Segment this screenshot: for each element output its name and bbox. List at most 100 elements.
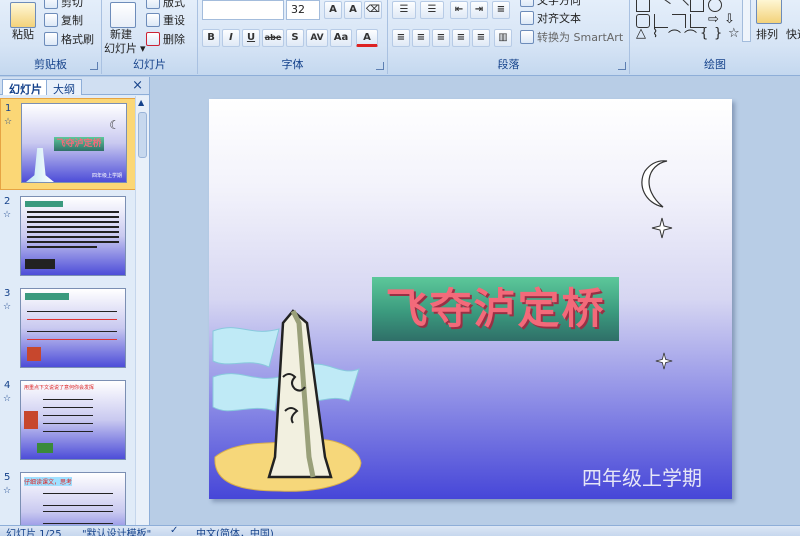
thumbnail-text-line xyxy=(43,423,93,424)
arrow-shape-icon[interactable] xyxy=(669,0,689,15)
slides-group: 新建 幻灯片 ▾ 版式 重设 删除 幻灯片 xyxy=(102,0,198,74)
slide-thumbnail-4[interactable]: 4 ☆ 用重点下文说说了意何你会发挥 xyxy=(0,376,136,468)
oval-shape-icon[interactable] xyxy=(708,0,722,12)
paste-label: 粘贴 xyxy=(12,28,34,41)
align-text-button[interactable]: 对齐文本 xyxy=(520,10,581,26)
bold-button[interactable]: B xyxy=(202,29,220,47)
align-right-icon[interactable]: ≡ xyxy=(432,29,450,47)
moon-icon: ☾ xyxy=(109,118,120,132)
title-placeholder[interactable]: 飞夺泸定桥 xyxy=(372,277,619,341)
thumbnail-text-line xyxy=(27,246,97,248)
shapes-gallery-scroll[interactable] xyxy=(742,0,751,42)
cut-label: 剪切 xyxy=(61,0,83,9)
thumbnail-text-line xyxy=(27,319,117,320)
close-icon[interactable]: × xyxy=(132,78,143,93)
scroll-thumb[interactable] xyxy=(138,112,147,158)
grow-font-icon[interactable]: A xyxy=(324,1,342,19)
slides-group-label: 幻灯片 xyxy=(133,58,166,71)
down-arrow-shape-icon[interactable]: ⇩ xyxy=(724,12,735,27)
font-name-field[interactable] xyxy=(202,0,284,20)
animation-star-icon: ☆ xyxy=(3,486,12,496)
line-shape-icon[interactable] xyxy=(651,0,671,15)
tab-outline[interactable]: 大纲 xyxy=(46,79,82,96)
underline-button[interactable]: U xyxy=(242,29,260,47)
justify-icon[interactable]: ≡ xyxy=(452,29,470,47)
ribbon: 粘贴 剪切 复制 格式刷 剪贴板 新建 幻灯片 ▾ 版式 重设 删除 幻灯片 32… xyxy=(0,0,800,76)
arrange-button[interactable]: 排列 xyxy=(756,26,778,42)
slide-subtitle[interactable]: 四年级上学期 xyxy=(582,462,702,491)
curve-shape-icon[interactable]: ⌒ xyxy=(684,26,697,45)
clear-format-icon[interactable]: ⌫ xyxy=(364,1,382,19)
shrink-font-icon[interactable]: A xyxy=(344,1,362,19)
shadow-button[interactable]: S xyxy=(286,29,304,47)
scroll-up-icon[interactable]: ▲ xyxy=(138,98,144,107)
thumbnail-list: 1 ☆ 飞夺泸定桥 ☾ 四年级上学期 2 ☆ 3 ☆ 4 ☆ 用重点下文说说了意… xyxy=(0,96,136,525)
thumbnail-text-line xyxy=(27,231,119,233)
animation-star-icon: ☆ xyxy=(4,117,13,127)
align-left-icon[interactable]: ≡ xyxy=(392,29,410,47)
slide-canvas[interactable]: 飞夺泸定桥 四年级上学期 xyxy=(209,99,732,499)
reset-button[interactable]: 重设 xyxy=(146,12,185,28)
decrease-indent-icon[interactable]: ⇤ xyxy=(450,1,468,19)
clipboard-group-label: 剪贴板 xyxy=(34,58,67,71)
slide-thumbnail-2[interactable]: 2 ☆ xyxy=(0,192,136,284)
tab-slides[interactable]: 幻灯片 xyxy=(2,79,49,96)
arc-shape-icon[interactable]: ⌒ xyxy=(668,26,681,45)
strikethrough-button[interactable]: abe xyxy=(262,29,284,47)
textbox-shape-icon[interactable] xyxy=(636,0,650,12)
smartart-button[interactable]: 转换为 SmartArt xyxy=(520,29,623,45)
paragraph-group-label: 段落 xyxy=(497,58,520,71)
delete-icon xyxy=(146,32,160,46)
font-launcher-icon[interactable] xyxy=(376,62,384,70)
font-color-button[interactable]: A xyxy=(356,29,378,47)
reset-icon xyxy=(146,13,160,27)
change-case-button[interactable]: Aa xyxy=(330,29,352,47)
copy-button[interactable]: 复制 xyxy=(44,12,83,28)
increase-indent-icon[interactable]: ⇥ xyxy=(470,1,488,19)
paste-button[interactable]: 粘贴 xyxy=(12,26,34,42)
chevron-down-icon: ▾ xyxy=(140,41,146,55)
paragraph-launcher-icon[interactable] xyxy=(618,62,626,70)
text-direction-button[interactable]: 文字方向 xyxy=(520,0,581,8)
distribute-icon[interactable]: ≡ xyxy=(472,29,490,47)
right-arrow-shape-icon[interactable]: ⇨ xyxy=(708,12,719,27)
numbering-icon[interactable]: ☰ xyxy=(420,1,444,19)
char-spacing-button[interactable]: AV xyxy=(306,29,328,47)
rectangle-shape-icon[interactable] xyxy=(690,0,704,12)
delete-button[interactable]: 删除 xyxy=(146,31,185,47)
pane-scrollbar[interactable]: ▲ xyxy=(135,96,149,525)
spellcheck-icon[interactable]: ✓ xyxy=(170,525,178,536)
columns-icon[interactable]: ▥ xyxy=(494,29,512,47)
triangle-shape-icon[interactable]: △ xyxy=(636,26,646,41)
slide-editor: 飞夺泸定桥 四年级上学期 xyxy=(151,77,800,525)
thumbnail-text-line xyxy=(43,493,113,494)
quick-styles-button[interactable]: 快速 xyxy=(786,26,800,42)
bullets-icon[interactable]: ☰ xyxy=(392,1,416,19)
slide-thumbnail-1[interactable]: 1 ☆ 飞夺泸定桥 ☾ 四年级上学期 xyxy=(0,98,136,190)
thumbnail-preview xyxy=(20,288,126,368)
slide-number: 3 xyxy=(4,288,11,299)
language-indicator[interactable]: 中文(简体，中国) xyxy=(196,525,274,536)
new-slide-dropdown[interactable]: 幻灯片 ▾ xyxy=(104,40,146,56)
thumbnail-text-line xyxy=(27,226,119,228)
font-group-label: 字体 xyxy=(281,58,304,71)
thumbnail-preview: 仔细读课文，思考 xyxy=(20,472,126,525)
font-size-field[interactable]: 32 xyxy=(286,0,320,20)
new-slide-label-2: 幻灯片 xyxy=(104,42,137,55)
theme-name[interactable]: "默认设计模板" xyxy=(82,525,151,536)
clipboard-launcher-icon[interactable] xyxy=(90,62,98,70)
line-spacing-icon[interactable]: ≡ xyxy=(492,1,510,19)
italic-button[interactable]: I xyxy=(222,29,240,47)
brace-right-shape-icon[interactable]: } xyxy=(714,26,722,41)
layout-button[interactable]: 版式 xyxy=(146,0,185,10)
thumbnail-picture xyxy=(25,259,55,269)
brace-left-shape-icon[interactable]: { xyxy=(700,26,708,41)
cut-button[interactable]: 剪切 xyxy=(44,0,83,10)
drawing-group: ⇨ ⇩ △ ⌇ ⌒ ⌒ { } ☆ 排列 快速 绘图 xyxy=(630,0,800,74)
align-center-icon[interactable]: ≡ xyxy=(412,29,430,47)
slide-thumbnail-3[interactable]: 3 ☆ xyxy=(0,284,136,376)
format-painter-button[interactable]: 格式刷 xyxy=(44,31,94,47)
slide-thumbnail-5[interactable]: 5 ☆ 仔细读课文，思考 xyxy=(0,468,136,525)
star-shape-icon[interactable]: ☆ xyxy=(728,26,740,41)
freeform-shape-icon[interactable]: ⌇ xyxy=(652,26,658,41)
